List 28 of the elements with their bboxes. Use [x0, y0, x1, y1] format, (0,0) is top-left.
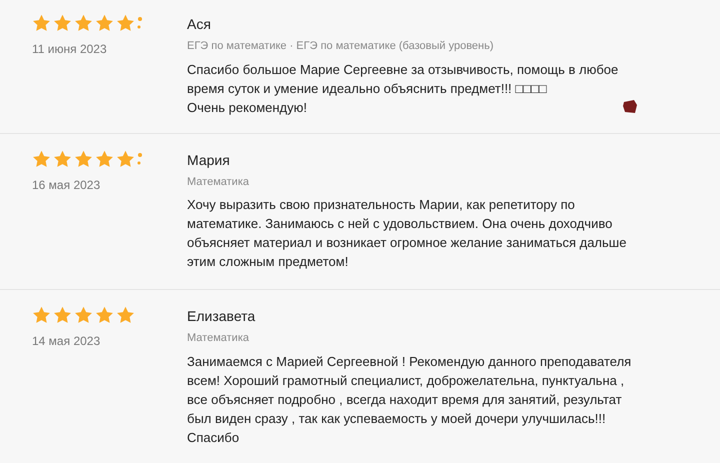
review-subject: Математика	[187, 174, 250, 190]
review-text: Занимаемся с Марией Сергеевной ! Рекомендую данного преподавателя всем! Хороший грамотный специалист, доброжелательна, пунктуальна , все объясняет подробно , всегда находит время для занятий, результат был виден сразу , так как успеваемость у моей дочери улучшилась!!! Спасибо	[187, 352, 632, 446]
review-date: 11 июня 2023	[32, 41, 108, 58]
review-text: Спасибо большое Марие Сергеевне за отзывчивость, помощь в любое время суток и умение идеально объяснить предмет!!! □□□□ Очень рекомендую!	[187, 60, 618, 116]
reviewer-name: Ася	[187, 15, 212, 34]
emoji-icon	[622, 98, 638, 114]
star-icon	[95, 14, 114, 32]
star-icon	[53, 14, 72, 32]
star-icon	[74, 150, 93, 168]
star-icon	[116, 150, 135, 168]
star-icon	[116, 14, 135, 32]
star-icon	[32, 306, 51, 324]
reviewer-name: Мария	[187, 150, 231, 170]
review-subject: ЕГЭ по математике · ЕГЭ по математике (базовый уровень)	[187, 39, 495, 54]
star-icon	[74, 14, 93, 32]
review-date: 16 мая 2023	[32, 176, 102, 194]
review-text: Хочу выразить свою признательность Марии, как репетитору по математике. Занимаюсь с ней с удовольствием. Она очень доходчиво объясняет материал и возникает огромное желание заниматься дальше этим сложным предметом!	[187, 196, 626, 271]
star-icon	[74, 306, 93, 324]
star-icon	[32, 150, 51, 168]
star-icon	[95, 306, 114, 324]
star-icon	[53, 306, 72, 324]
star-icon	[116, 306, 135, 324]
review-date: 14 мая 2023	[32, 333, 102, 350]
star-icon	[53, 150, 72, 168]
reviewer-name: Елизавета	[187, 307, 256, 326]
star-icon	[32, 14, 51, 32]
star-icon	[95, 150, 114, 168]
review-subject: Математика	[187, 331, 250, 346]
